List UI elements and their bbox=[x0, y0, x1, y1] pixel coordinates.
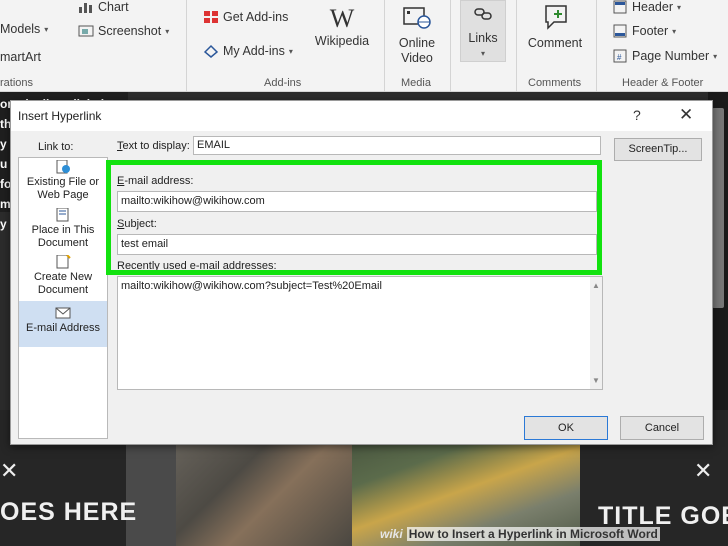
video-globe-icon bbox=[402, 4, 432, 36]
3d-models-button[interactable]: Models ▾ bbox=[0, 22, 48, 36]
chevron-down-icon: ▾ bbox=[165, 26, 170, 36]
ribbon-divider bbox=[450, 0, 451, 92]
email-address-input[interactable]: mailto:wikihow@wikihow.com bbox=[117, 191, 597, 212]
screenshot-icon bbox=[78, 24, 94, 38]
chevron-down-icon: ▾ bbox=[677, 2, 682, 12]
comment-icon bbox=[540, 2, 570, 36]
dialog-title: Insert Hyperlink bbox=[18, 109, 102, 123]
recent-emails-list[interactable]: mailto:wikihow@wikihow.com?subject=Test%… bbox=[117, 276, 603, 390]
scroll-up-icon[interactable]: ▲ bbox=[592, 281, 600, 290]
addins-icon bbox=[203, 44, 219, 58]
link-to-new-document[interactable]: Create New Document bbox=[19, 254, 107, 301]
links-button[interactable]: Links ▾ bbox=[460, 0, 506, 62]
link-item-label: Existing File or Web Page bbox=[26, 176, 100, 201]
smartart-label: martArt bbox=[0, 50, 41, 64]
addins-group-label: Add-ins bbox=[264, 77, 302, 89]
link-item-label: Place in This Document bbox=[31, 224, 95, 249]
link-item-label: E-mail Address bbox=[26, 322, 100, 334]
comment-label: Comment bbox=[527, 36, 583, 50]
svg-text:#: # bbox=[617, 53, 622, 62]
wikipedia-icon: W bbox=[329, 4, 355, 33]
watermark-caption: How to Insert a Hyperlink in Microsoft W… bbox=[406, 527, 660, 541]
chart-icon bbox=[78, 0, 94, 14]
link-icon bbox=[472, 1, 494, 31]
link-to-place-in-document[interactable]: Place in This Document bbox=[19, 207, 107, 254]
subject-input[interactable]: test email bbox=[117, 234, 597, 255]
insert-hyperlink-dialog: Insert Hyperlink ? ✕ Link to: Existing F… bbox=[10, 100, 713, 445]
link-item-label: Create New Document bbox=[33, 271, 93, 296]
get-addins-label: Get Add-ins bbox=[223, 10, 289, 24]
wikipedia-label: Wikipedia bbox=[314, 34, 370, 48]
cancel-button[interactable]: Cancel bbox=[620, 416, 704, 440]
chart-button[interactable]: Chart bbox=[78, 0, 129, 14]
scroll-thumb[interactable] bbox=[712, 108, 724, 308]
link-to-email-address[interactable]: E-mail Address bbox=[19, 301, 107, 347]
new-document-icon bbox=[55, 254, 71, 269]
link-to-existing-file[interactable]: Existing File or Web Page bbox=[19, 159, 107, 206]
get-addins-button[interactable]: Get Add-ins bbox=[203, 10, 288, 24]
chevron-down-icon: ▾ bbox=[480, 49, 485, 58]
store-icon bbox=[203, 10, 219, 24]
scroll-down-icon[interactable]: ▼ bbox=[592, 376, 600, 385]
chevron-down-icon: ▾ bbox=[713, 51, 718, 61]
comment-button[interactable]: Comment bbox=[522, 2, 588, 51]
left-slide-title: OES HERE bbox=[0, 498, 138, 526]
link-to-panel: Existing File or Web Page Place in This … bbox=[18, 157, 108, 439]
text-to-display-label: Text to display: bbox=[117, 140, 190, 152]
media-group-label: Media bbox=[401, 77, 431, 89]
help-button[interactable]: ? bbox=[633, 107, 641, 123]
page-number-label: Page Number bbox=[632, 49, 710, 63]
ribbon-divider bbox=[596, 0, 597, 92]
link-to-label: Link to: bbox=[38, 141, 74, 153]
email-icon bbox=[55, 306, 71, 320]
recent-email-item[interactable]: mailto:wikihow@wikihow.com?subject=Test%… bbox=[121, 280, 599, 292]
smartart-button[interactable]: martArt bbox=[0, 50, 41, 64]
online-video-label: Online Video bbox=[398, 36, 436, 65]
wikihow-watermark: wiki How to Insert a Hyperlink in Microso… bbox=[380, 527, 660, 541]
my-addins-label: My Add-ins bbox=[223, 44, 285, 58]
dialog-titlebar[interactable]: Insert Hyperlink ? ✕ bbox=[11, 101, 712, 131]
ok-button[interactable]: OK bbox=[524, 416, 608, 440]
chevron-down-icon: ▾ bbox=[44, 24, 49, 34]
page-number-button[interactable]: # Page Number ▾ bbox=[612, 49, 717, 63]
online-video-button[interactable]: Online Video bbox=[392, 4, 442, 66]
header-label: Header bbox=[632, 0, 673, 14]
header-footer-group-label: Header & Footer bbox=[622, 77, 704, 89]
comments-group-label: Comments bbox=[528, 77, 582, 89]
wikihow-logo: wiki bbox=[380, 527, 403, 541]
email-address-label: E-mail address: bbox=[117, 175, 194, 187]
my-addins-button[interactable]: My Add-ins ▾ bbox=[203, 44, 293, 58]
header-icon bbox=[612, 0, 628, 14]
wikipedia-button[interactable]: W Wikipedia bbox=[312, 4, 372, 49]
chevron-down-icon: ▾ bbox=[672, 26, 677, 36]
ribbon-divider bbox=[384, 0, 385, 92]
ribbon-divider bbox=[186, 0, 187, 92]
links-label: Links bbox=[468, 31, 498, 45]
footer-icon bbox=[612, 24, 628, 38]
chart-label: Chart bbox=[98, 0, 129, 14]
page-number-icon: # bbox=[612, 49, 628, 63]
document-bookmark-icon bbox=[55, 207, 71, 222]
screentip-button[interactable]: ScreenTip... bbox=[614, 138, 702, 161]
ribbon-divider bbox=[516, 0, 517, 92]
ribbon: Models ▾ martArt Chart Screenshot ▾ ration… bbox=[0, 0, 728, 92]
fork-knife-icon: ✕ bbox=[0, 458, 19, 483]
screenshot-button[interactable]: Screenshot ▾ bbox=[78, 24, 169, 38]
header-button[interactable]: Header ▾ bbox=[612, 0, 681, 14]
subject-label: Subject: bbox=[117, 218, 157, 230]
footer-label: Footer bbox=[632, 24, 669, 38]
illustrations-group-label: rations bbox=[0, 77, 34, 89]
fork-knife-icon: ✕ bbox=[694, 458, 713, 483]
recent-list-scrollbar[interactable]: ▲ ▼ bbox=[590, 277, 602, 389]
3d-models-label: Models bbox=[0, 22, 41, 36]
footer-button[interactable]: Footer ▾ bbox=[612, 24, 676, 38]
recent-emails-label: Recently used e-mail addresses: bbox=[117, 260, 277, 272]
text-to-display-input[interactable]: EMAIL bbox=[193, 136, 601, 155]
screenshot-label: Screenshot bbox=[98, 24, 162, 38]
file-globe-icon bbox=[55, 159, 71, 174]
chevron-down-icon: ▾ bbox=[288, 46, 293, 56]
close-button[interactable]: ✕ bbox=[679, 105, 693, 125]
